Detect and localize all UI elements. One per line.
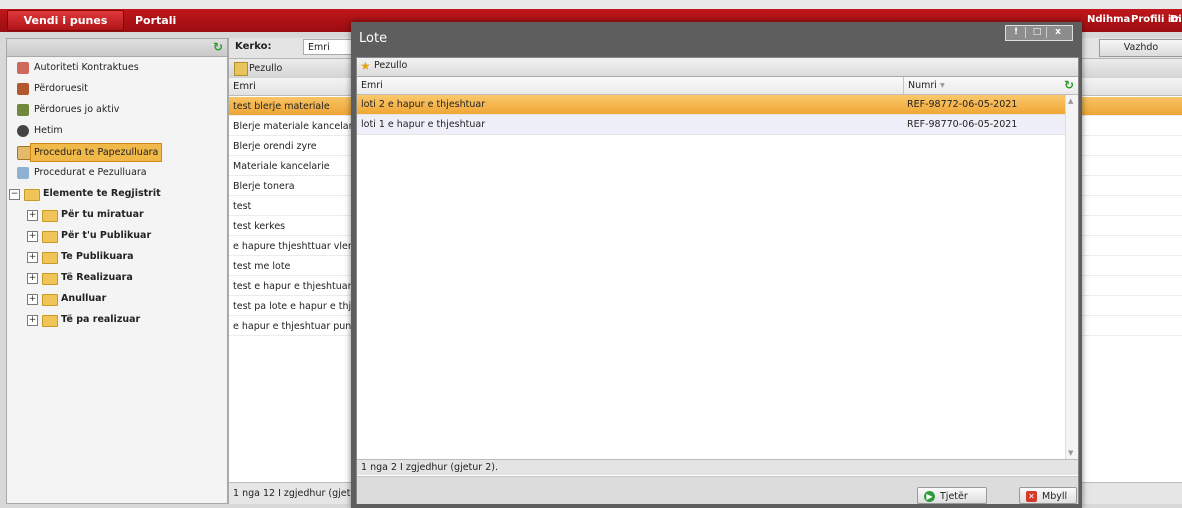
inactive-users-icon: [17, 104, 29, 116]
sidebar-item-label: Hetim: [34, 125, 63, 136]
dialog-table-header: Emri Numri ▾ ↻: [357, 77, 1078, 95]
collapse-icon[interactable]: −: [9, 189, 20, 200]
table-row[interactable]: loti 2 e hapur e thjeshtuar REF-98772-06…: [357, 95, 1065, 115]
sidebar-item-label: Procedurat e Pezulluara: [34, 167, 147, 178]
sidebar-header: ↻: [7, 39, 227, 57]
link-ndihma[interactable]: Ndihma: [1087, 14, 1130, 25]
expand-icon[interactable]: +: [27, 294, 38, 305]
sidebar-item-label: Të pa realizuar: [61, 314, 141, 325]
window-buttons: ! □ x: [1005, 25, 1073, 41]
sidebar-item-anulluar[interactable]: + Anulluar: [7, 289, 227, 309]
sidebar-item-label: Autoriteti Kontraktues: [34, 62, 139, 73]
refresh-icon[interactable]: ↻: [1064, 77, 1074, 94]
sidebar-item-per-tu-miratuar[interactable]: + Për tu miratuar: [7, 205, 227, 225]
star-icon: ★: [360, 59, 371, 73]
link-di[interactable]: Di: [1170, 14, 1182, 25]
folder-icon: [42, 231, 58, 243]
sidebar-item-perdorues-jo-aktiv[interactable]: Përdorues jo aktiv: [7, 100, 227, 120]
sidebar-item-label: Anulluar: [61, 293, 107, 304]
vertical-scrollbar[interactable]: ▲ ▼: [1065, 95, 1078, 459]
sidebar-item-elemente-te-regjistrit[interactable]: − Elemente te Regjistrit: [7, 184, 227, 204]
sort-desc-icon: ▾: [939, 80, 945, 91]
folder-icon: [42, 273, 58, 285]
folder-icon: [42, 210, 58, 222]
expand-icon[interactable]: +: [27, 252, 38, 263]
sidebar-item-perdoruesit[interactable]: Përdoruesit: [7, 79, 227, 99]
sidebar-item-label: Te Publikuara: [61, 251, 134, 262]
next-button[interactable]: ▶ Tjetër: [917, 487, 987, 504]
search-label: Kerko:: [235, 41, 272, 52]
sidebar-item-label: Të Realizuara: [61, 272, 133, 283]
investigation-icon: [17, 125, 29, 137]
close-button-label: Mbyll: [1042, 491, 1068, 502]
close-button[interactable]: ✕ Mbyll: [1019, 487, 1077, 504]
users-icon: [17, 83, 29, 95]
folder-icon: [42, 252, 58, 264]
arrow-right-icon: ▶: [924, 491, 935, 502]
suspend-button-label: Pezullo: [249, 63, 283, 74]
folder-icon: [42, 315, 58, 327]
cell-numri: REF-98772-06-05-2021: [907, 99, 1018, 110]
folder-icon: [42, 294, 58, 306]
dialog-title: Lote: [359, 31, 388, 46]
expand-icon[interactable]: +: [27, 315, 38, 326]
expand-icon[interactable]: +: [27, 210, 38, 221]
help-button[interactable]: !: [1007, 27, 1026, 38]
cell-emri: loti 2 e hapur e thjeshtuar: [361, 99, 486, 110]
table-row[interactable]: loti 1 e hapur e thjeshtuar REF-98770-06…: [357, 115, 1065, 135]
continue-button[interactable]: Vazhdo: [1099, 39, 1182, 57]
dialog-footer: ▶ Tjetër ✕ Mbyll: [357, 476, 1078, 504]
cell-numri: REF-98770-06-05-2021: [907, 119, 1018, 130]
sidebar-item-te-realizuara[interactable]: + Të Realizuara: [7, 268, 227, 288]
dialog-suspend-button[interactable]: Pezullo: [374, 60, 407, 71]
dialog-body: ★ Pezullo Emri Numri ▾ ↻ loti 2 e hapur …: [356, 57, 1079, 504]
sidebar: ↻ Autoriteti Kontraktues Përdoruesit Për…: [6, 38, 228, 504]
expand-icon[interactable]: +: [27, 273, 38, 284]
sidebar-item-label: Përdorues jo aktiv: [34, 104, 120, 115]
sidebar-item-label: Për t'u Publikuar: [61, 230, 152, 241]
tab-portali[interactable]: Portali: [135, 11, 176, 30]
sidebar-item-te-publikuara[interactable]: + Te Publikuara: [7, 247, 227, 267]
cell-emri: loti 1 e hapur e thjeshtuar: [361, 119, 486, 130]
sidebar-item-te-pa-realizuar[interactable]: + Të pa realizuar: [7, 310, 227, 330]
authority-icon: [17, 62, 29, 74]
suspend-icon: [234, 62, 248, 76]
column-header-numri[interactable]: Numri ▾: [903, 77, 1068, 94]
next-button-label: Tjetër: [940, 491, 968, 502]
lote-dialog: Lote ! □ x ★ Pezullo Emri Numri ▾ ↻ loti…: [351, 22, 1082, 508]
sidebar-item-procedura-te-papezulluara[interactable]: Procedura te Papezulluara: [7, 142, 227, 162]
sidebar-item-autoriteti[interactable]: Autoriteti Kontraktues: [7, 58, 227, 78]
refresh-icon[interactable]: ↻: [213, 41, 223, 53]
scroll-down-icon[interactable]: ▼: [1068, 449, 1073, 457]
close-window-button[interactable]: x: [1049, 27, 1067, 38]
column-header-numri-label: Numri: [908, 80, 937, 91]
sidebar-item-procedurat-e-pezulluara[interactable]: Procedurat e Pezulluara: [7, 163, 227, 183]
column-header-emri[interactable]: Emri: [361, 77, 383, 94]
suspended-icon: [17, 167, 29, 179]
scroll-up-icon[interactable]: ▲: [1068, 97, 1073, 105]
calendar-icon: [17, 146, 31, 160]
tab-vendi-i-punes[interactable]: Vendi i punes: [7, 10, 124, 31]
sidebar-item-label: Përdoruesit: [34, 83, 88, 94]
dialog-toolbar: ★ Pezullo: [357, 58, 1078, 77]
sidebar-item-label: Për tu miratuar: [61, 209, 144, 220]
suspend-button[interactable]: Pezullo: [233, 61, 282, 76]
sidebar-item-per-tu-publikuar[interactable]: + Për t'u Publikuar: [7, 226, 227, 246]
close-icon: ✕: [1026, 491, 1037, 502]
dialog-status: 1 nga 2 I zgjedhur (gjetur 2).: [357, 459, 1078, 475]
expand-icon[interactable]: +: [27, 231, 38, 242]
sidebar-item-label: Elemente te Regjistrit: [43, 188, 161, 199]
maximize-button[interactable]: □: [1028, 27, 1047, 38]
sidebar-item-label: Procedura te Papezulluara: [30, 143, 163, 162]
folder-icon: [24, 189, 40, 201]
sidebar-item-hetim[interactable]: Hetim: [7, 121, 227, 141]
top-strip: [0, 0, 1182, 9]
